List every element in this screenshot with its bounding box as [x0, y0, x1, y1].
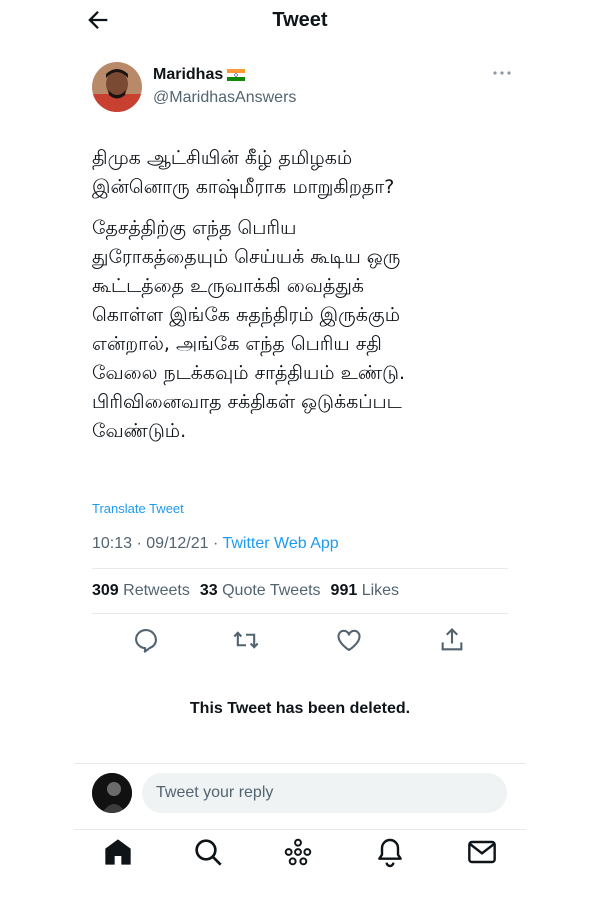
home-icon[interactable] [102, 836, 134, 868]
divider [92, 613, 508, 614]
page-title: Tweet [272, 9, 328, 31]
divider [92, 568, 508, 569]
share-icon[interactable] [438, 626, 466, 654]
tweet-author: Maridhas @MaridhasAnswers [92, 60, 512, 116]
tweet-source[interactable]: Twitter Web App [222, 535, 338, 552]
translate-tweet-link[interactable]: Translate Tweet [92, 501, 184, 516]
india-flag-icon [227, 69, 246, 81]
tweet-paragraph: திமுக ஆட்சியின் கீழ் தமிழகம் இன்னொரு காஷ… [92, 147, 395, 198]
tweet-text: திமுக ஆட்சியின் கீழ் தமிழகம் இன்னொரு காஷ… [92, 144, 512, 458]
tweet-meta: 10:13 · 09/12/21 · Twitter Web App [92, 535, 339, 553]
avatar[interactable] [92, 62, 142, 112]
top-bar: Tweet [0, 0, 600, 44]
retweets-label: Retweets [123, 582, 190, 599]
likes-count: 991 [330, 582, 358, 599]
retweets-count: 309 [92, 582, 119, 599]
spaces-icon[interactable] [282, 836, 314, 868]
author-handle[interactable]: @MaridhasAnswers [153, 89, 296, 107]
tweet-paragraph: தேசத்திற்கு எந்த பெரிய துரோகத்தையும் செய… [92, 217, 406, 442]
quotes-stat[interactable]: 33 Quote Tweets [200, 582, 321, 600]
likes-label: Likes [361, 582, 400, 599]
quotes-label: Quote Tweets [222, 582, 321, 599]
meta-separator: · [132, 535, 147, 552]
messages-icon[interactable] [466, 836, 498, 868]
reply-bar [74, 764, 526, 828]
tweet-time[interactable]: 10:13 [92, 535, 132, 552]
tweet-actions [92, 626, 512, 656]
quotes-count: 33 [199, 582, 218, 599]
reply-input[interactable] [142, 773, 507, 813]
retweets-stat[interactable]: 309 Retweets [92, 582, 190, 600]
author-name-line[interactable]: Maridhas [153, 66, 246, 84]
like-icon[interactable] [335, 626, 363, 654]
more-options-icon[interactable] [492, 68, 512, 78]
user-avatar[interactable] [92, 773, 132, 813]
deleted-notice: This Tweet has been deleted. [189, 700, 411, 717]
retweet-icon[interactable] [232, 626, 260, 654]
meta-separator: · [208, 535, 223, 552]
tweet-date[interactable]: 09/12/21 [146, 535, 208, 552]
search-icon[interactable] [192, 836, 224, 868]
likes-stat[interactable]: 991 Likes [331, 582, 400, 600]
notifications-icon[interactable] [374, 836, 406, 868]
tweet-stats: 309 Retweets 33 Quote Tweets 991 Likes [92, 582, 399, 600]
author-name[interactable]: Maridhas [153, 66, 223, 84]
reply-icon[interactable] [132, 626, 160, 654]
bottom-navigation [74, 830, 526, 874]
